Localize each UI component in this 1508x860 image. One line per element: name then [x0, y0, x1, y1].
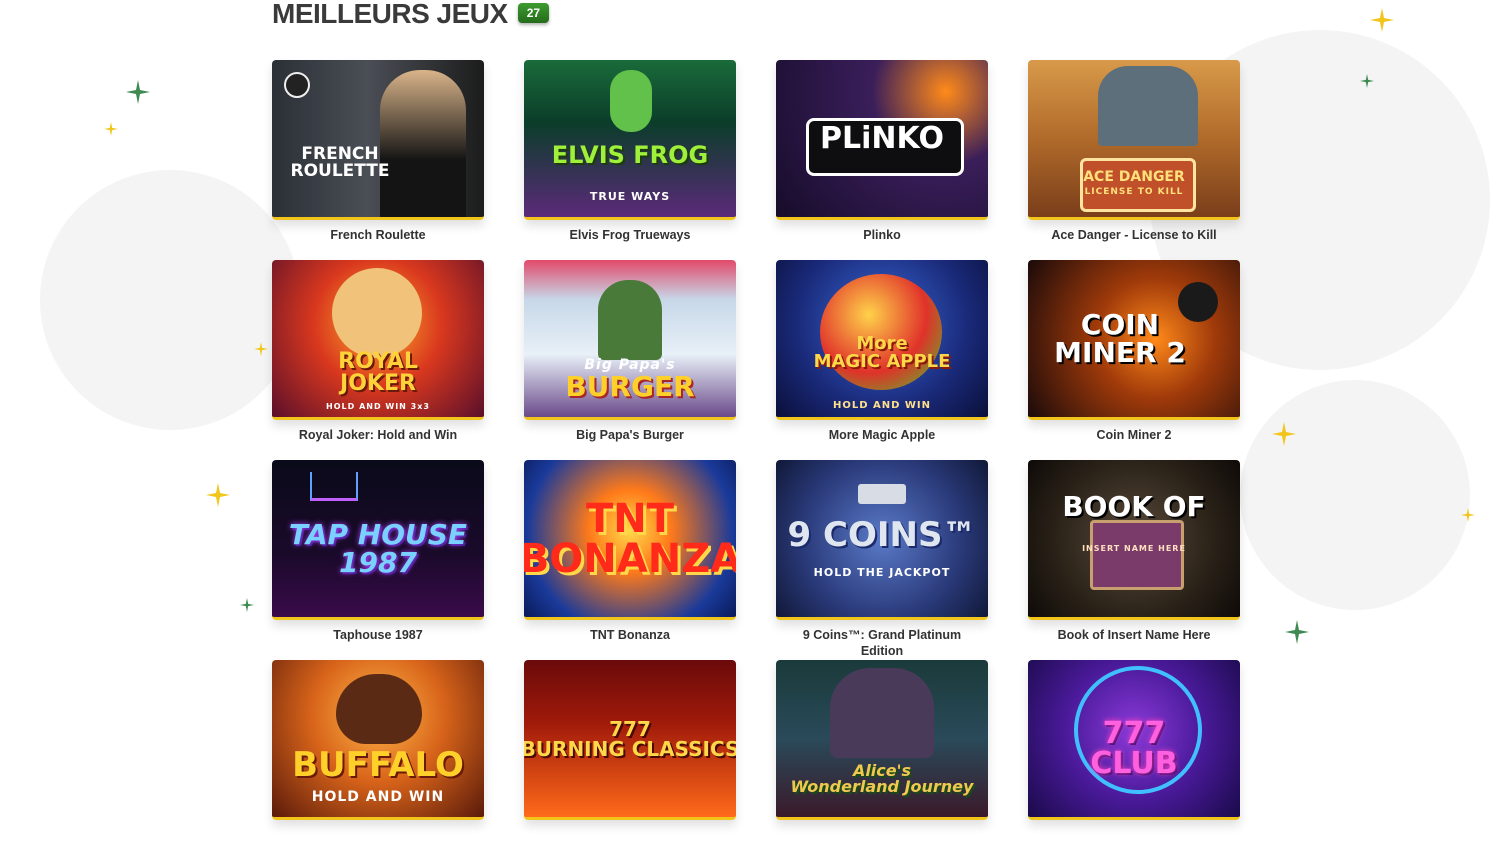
- game-title[interactable]: Coin Miner 2: [1028, 427, 1240, 443]
- game-art-title: 777 CLUB: [1090, 715, 1178, 781]
- game-thumbnail[interactable]: TAP HOUSE 1987: [272, 460, 484, 620]
- apple-graphic: [820, 274, 942, 390]
- game-art-title: 777 BURNING CLASSICS: [524, 716, 736, 761]
- logo-icon: [284, 72, 310, 98]
- game-title[interactable]: Taphouse 1987: [272, 627, 484, 643]
- game-count-badge: 27: [517, 3, 550, 23]
- sparkle-icon: [104, 122, 118, 136]
- game-card-ace-danger[interactable]: ACE DANGER LICENSE TO KILL Ace Danger - …: [1028, 60, 1240, 260]
- game-art-title: BURGER: [565, 369, 695, 403]
- game-card-elvis-frog[interactable]: ELVIS FROG TRUE WAYS Elvis Frog Trueways: [524, 60, 736, 260]
- game-art-title: 9 COINS™: [787, 514, 977, 555]
- game-title[interactable]: 9 Coins™: Grand Platinum Edition: [776, 627, 988, 659]
- game-thumbnail[interactable]: BOOK OF INSERT NAME HERE: [1028, 460, 1240, 620]
- sparkle-icon: [1461, 508, 1475, 522]
- sparkle-icon: [1370, 8, 1394, 32]
- game-title[interactable]: More Magic Apple: [776, 427, 988, 443]
- game-thumbnail[interactable]: BURGER Big Papa's: [524, 260, 736, 420]
- game-art-title: Alice's Wonderland Journey: [790, 760, 974, 796]
- game-title[interactable]: French Roulette: [272, 227, 484, 243]
- platinum-badge: [858, 484, 906, 504]
- game-card-big-papas-burger[interactable]: BURGER Big Papa's Big Papa's Burger: [524, 260, 736, 460]
- game-art-subtitle: TRUE WAYS: [589, 190, 671, 203]
- game-card-taphouse-1987[interactable]: TAP HOUSE 1987 Taphouse 1987: [272, 460, 484, 660]
- game-thumbnail[interactable]: ACE DANGER LICENSE TO KILL: [1028, 60, 1240, 220]
- game-art-title: ACE DANGER: [1083, 168, 1185, 185]
- game-thumbnail[interactable]: 777 BURNING CLASSICS: [524, 660, 736, 820]
- game-card-buffalo[interactable]: BUFFALO HOLD AND WIN: [272, 660, 484, 860]
- game-card-tnt-bonanza[interactable]: TNT BONANZA TNT Bonanza: [524, 460, 736, 660]
- game-thumbnail[interactable]: 9 COINS™ HOLD THE JACKPOT: [776, 460, 988, 620]
- game-title[interactable]: Book of Insert Name Here: [1028, 627, 1240, 643]
- buffalo-head: [336, 674, 422, 744]
- game-thumbnail[interactable]: ROYAL JOKER HOLD AND WIN 3x3: [272, 260, 484, 420]
- game-card-french-roulette[interactable]: FRENCH ROULETTE French Roulette: [272, 60, 484, 260]
- game-thumbnail[interactable]: PLiNKO: [776, 60, 988, 220]
- characters-illustration: [830, 668, 934, 758]
- game-card-777-club[interactable]: 777 CLUB: [1028, 660, 1240, 860]
- game-art-title: ROYAL JOKER: [338, 348, 418, 396]
- game-art-title: More MAGIC APPLE: [813, 332, 951, 372]
- game-card-plinko[interactable]: PLiNKO Plinko: [776, 60, 988, 260]
- cocktail-glass: [310, 472, 358, 501]
- background-shape: [40, 170, 300, 430]
- game-card-alices-wonderland-journey[interactable]: Alice's Wonderland Journey: [776, 660, 988, 860]
- frog-character: [610, 70, 652, 132]
- sparkle-icon: [206, 483, 230, 507]
- game-card-royal-joker[interactable]: ROYAL JOKER HOLD AND WIN 3x3 Royal Joker…: [272, 260, 484, 460]
- game-art-title: PLiNKO: [820, 120, 944, 156]
- game-art-subtitle: LICENSE TO KILL: [1084, 187, 1184, 197]
- game-art-title: BUFFALO: [292, 744, 464, 785]
- section-header: MEILLEURS JEUX 27: [272, 0, 550, 32]
- game-card-coin-miner-2[interactable]: COIN MINER 2 Coin Miner 2: [1028, 260, 1240, 460]
- book-graphic: [1090, 520, 1184, 590]
- game-art-title: BOOK OF: [1062, 489, 1206, 523]
- game-thumbnail[interactable]: TNT BONANZA: [524, 460, 736, 620]
- section-title: MEILLEURS JEUX: [272, 0, 508, 29]
- game-title[interactable]: Big Papa's Burger: [524, 427, 736, 443]
- game-thumbnail[interactable]: FRENCH ROULETTE: [272, 60, 484, 220]
- game-card-book-of-insert-name-here[interactable]: BOOK OF INSERT NAME HERE Book of Insert …: [1028, 460, 1240, 660]
- game-art-subtitle: Big Papa's: [584, 357, 676, 373]
- game-title[interactable]: Royal Joker: Hold and Win: [272, 427, 484, 443]
- game-art-subtitle: HOLD AND WIN: [832, 400, 932, 411]
- game-art-title: COIN MINER 2: [1054, 307, 1186, 369]
- characters-illustration: [1098, 66, 1198, 146]
- game-art-title: ELVIS FROG: [551, 140, 709, 169]
- sparkle-icon: [126, 80, 150, 104]
- game-thumbnail[interactable]: COIN MINER 2: [1028, 260, 1240, 420]
- games-grid: FRENCH ROULETTE French Roulette ELVIS FR…: [272, 60, 1240, 860]
- game-card-9-coins[interactable]: 9 COINS™ HOLD THE JACKPOT 9 Coins™: Gran…: [776, 460, 988, 660]
- game-thumbnail[interactable]: 777 CLUB: [1028, 660, 1240, 820]
- joker-face: [332, 268, 422, 358]
- game-art-title: TAP HOUSE 1987: [288, 517, 468, 579]
- game-title[interactable]: Ace Danger - License to Kill: [1028, 227, 1240, 243]
- game-art-subtitle: HOLD AND WIN 3x3: [326, 402, 430, 411]
- sparkle-icon: [1360, 74, 1374, 88]
- game-card-more-magic-apple[interactable]: More MAGIC APPLE HOLD AND WIN More Magic…: [776, 260, 988, 460]
- sparkle-icon: [254, 342, 268, 356]
- game-art-subtitle: INSERT NAME HERE: [1082, 544, 1186, 553]
- sparkle-icon: [1285, 620, 1309, 644]
- background-shape: [1240, 380, 1470, 610]
- game-title[interactable]: Plinko: [776, 227, 988, 243]
- game-art-subtitle: HOLD THE JACKPOT: [813, 566, 951, 579]
- game-card-burning-classics[interactable]: 777 BURNING CLASSICS: [524, 660, 736, 860]
- game-title[interactable]: Elvis Frog Trueways: [524, 227, 736, 243]
- game-art-subtitle: HOLD AND WIN: [311, 789, 445, 805]
- game-title[interactable]: TNT Bonanza: [524, 627, 736, 643]
- game-thumbnail[interactable]: ELVIS FROG TRUE WAYS: [524, 60, 736, 220]
- game-art-title: TNT BONANZA: [524, 495, 736, 582]
- sparkle-icon: [240, 598, 254, 612]
- sparkle-icon: [1272, 422, 1296, 446]
- game-thumbnail[interactable]: More MAGIC APPLE HOLD AND WIN: [776, 260, 988, 420]
- chef-character: [598, 280, 662, 360]
- game-art-title: FRENCH ROULETTE: [290, 143, 390, 181]
- game-thumbnail[interactable]: BUFFALO HOLD AND WIN: [272, 660, 484, 820]
- title-frame: [1080, 158, 1196, 212]
- game-thumbnail[interactable]: Alice's Wonderland Journey: [776, 660, 988, 820]
